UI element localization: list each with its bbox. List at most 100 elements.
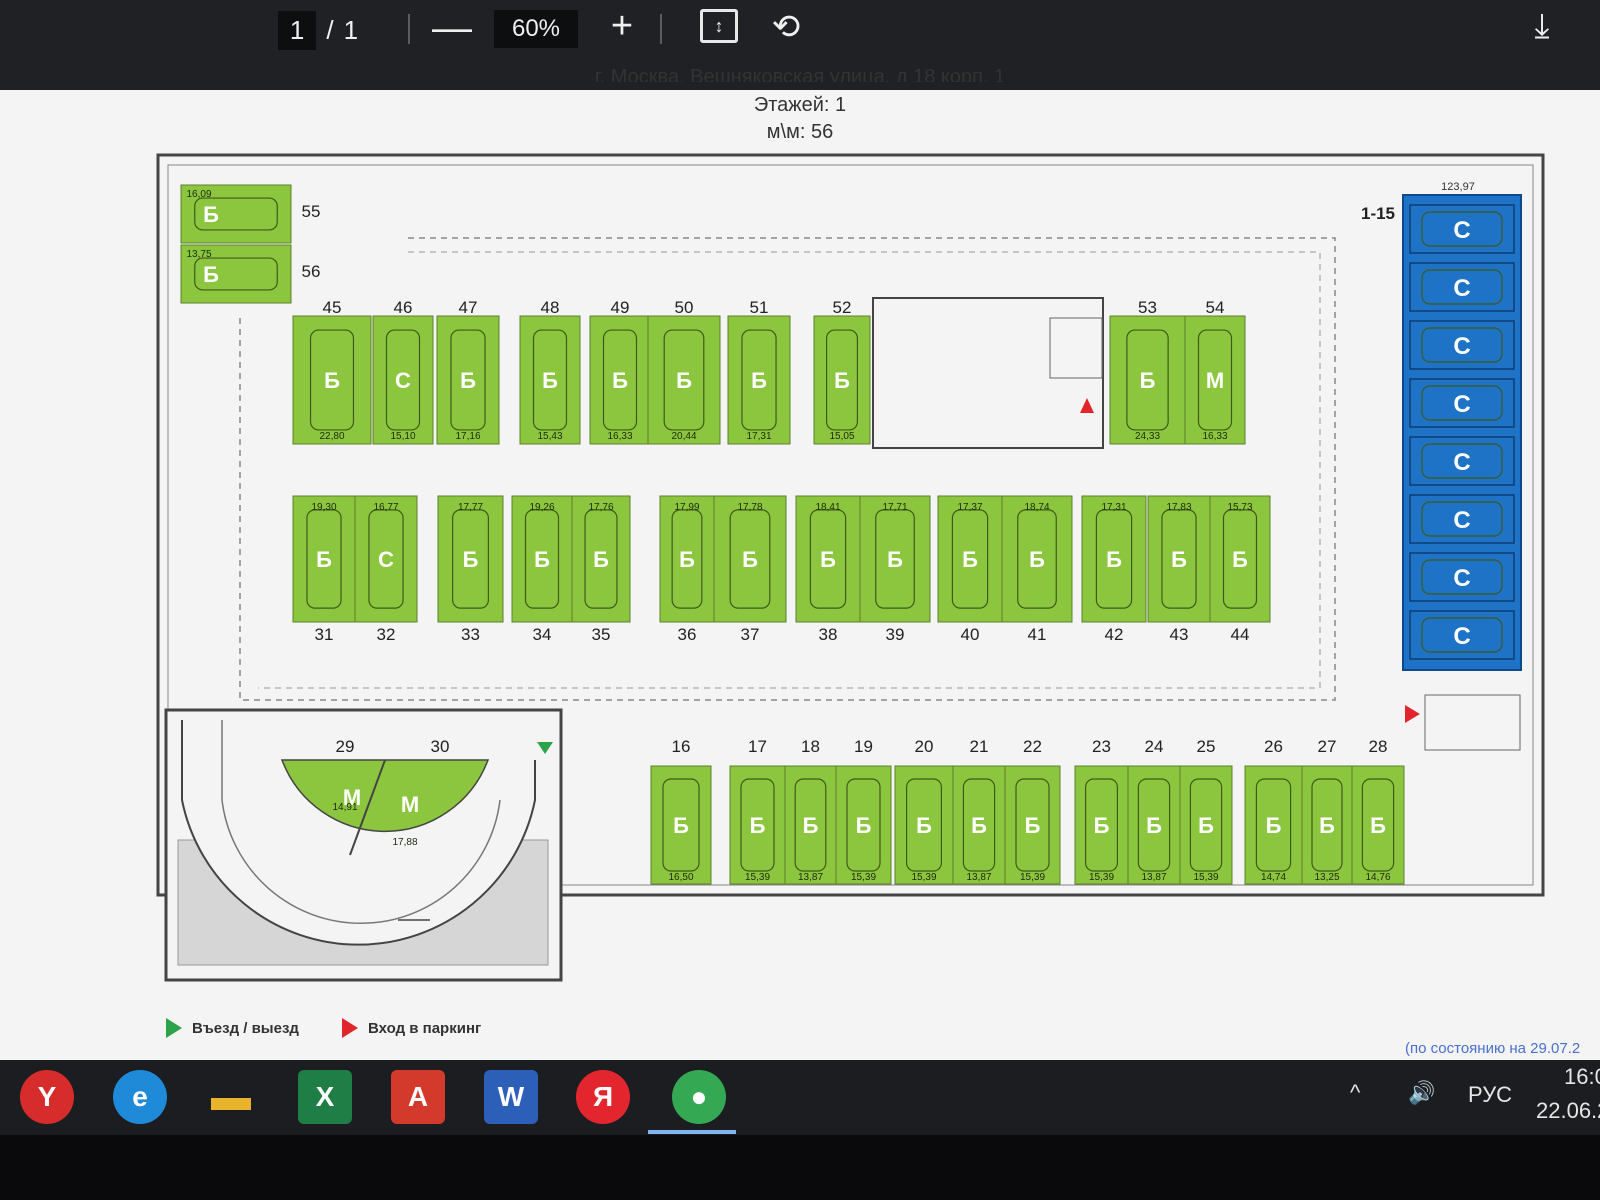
spot-number: 24 (1145, 737, 1164, 756)
spot-area: 16,77 (373, 502, 398, 513)
spot-number: 21 (970, 737, 989, 756)
tray-chevron-icon[interactable]: ^ (1350, 1080, 1360, 1106)
spot-number: 19 (854, 737, 873, 756)
spot-type-letter: Б (463, 547, 479, 572)
word-icon[interactable]: W (484, 1070, 538, 1124)
language-indicator[interactable]: РУС (1468, 1082, 1512, 1108)
spot-area: 17,88 (392, 837, 417, 848)
stair-core (872, 297, 1104, 449)
chrome-icon[interactable]: ● (672, 1070, 726, 1124)
edge-icon[interactable]: e (113, 1070, 167, 1124)
spot-area: 17,99 (674, 502, 699, 513)
spot-type-letter: Б (962, 547, 978, 572)
spot-type-letter: С (1453, 217, 1470, 244)
spot-area: 17,16 (455, 431, 480, 442)
volume-icon[interactable]: 🔊 (1408, 1080, 1435, 1106)
spot-number: 28 (1369, 737, 1388, 756)
spot-type-letter: Б (534, 547, 550, 572)
windows-taskbar: ^ 🔊 РУС 16:0 22.06.2 Ye ▬ XAWЯ ● (0, 1060, 1600, 1135)
spot-area: 15,39 (1020, 872, 1045, 883)
spot-area: 13,87 (798, 872, 823, 883)
spot-area: 17,37 (957, 502, 982, 513)
spot-area: 20,44 (671, 431, 696, 442)
spot-type-letter: Б (1198, 813, 1214, 838)
spot-number: 25 (1197, 737, 1216, 756)
spot-type-letter: Б (203, 202, 219, 227)
spot-number: 44 (1231, 625, 1250, 644)
clock-time[interactable]: 16:0 (1564, 1064, 1600, 1090)
spot-number: 27 (1318, 737, 1337, 756)
spot-type-letter: С (1453, 449, 1470, 476)
spot-area: 15,10 (390, 431, 415, 442)
spot-type-letter: С (1453, 565, 1470, 592)
spot-type-letter: С (378, 547, 394, 572)
spot-type-letter: Б (1106, 547, 1122, 572)
spot-number: 53 (1138, 298, 1157, 317)
spot-number: 42 (1105, 625, 1124, 644)
spot-number: 33 (461, 625, 480, 644)
spot-type-letter: Б (856, 813, 872, 838)
spot-number: 20 (915, 737, 934, 756)
spot-type-letter: Б (916, 813, 932, 838)
spot-type-letter: Б (1232, 547, 1248, 572)
spot-area: 18,74 (1024, 502, 1049, 513)
spot-type-letter: С (1453, 507, 1470, 534)
spot-type-letter: Б (834, 368, 850, 393)
spot-number: 36 (678, 625, 697, 644)
excel-icon[interactable]: X (298, 1070, 352, 1124)
spot-number: 30 (431, 737, 450, 756)
spot-type-letter: Б (676, 368, 692, 393)
clock-date[interactable]: 22.06.2 (1536, 1098, 1600, 1124)
spot-type-letter: Б (316, 547, 332, 572)
stairs-right (1424, 694, 1521, 751)
spot-area: 15,39 (851, 872, 876, 883)
spot-number: 32 (377, 625, 396, 644)
acrobat-icon[interactable]: A (391, 1070, 445, 1124)
spot-type-letter: Б (203, 262, 219, 287)
red-triangle-icon (342, 1018, 358, 1038)
spot-type-letter: С (1453, 391, 1470, 418)
spot-area: 16,33 (607, 431, 632, 442)
spot-number: 16 (672, 737, 691, 756)
spot-number: 22 (1023, 737, 1042, 756)
spot-area: 22,80 (319, 431, 344, 442)
spot-type-letter: Б (673, 813, 689, 838)
spot-area: 13,87 (1141, 872, 1166, 883)
green-triangle-icon (166, 1018, 182, 1038)
spot-number: 54 (1206, 298, 1225, 317)
spot-type-letter: Б (679, 547, 695, 572)
spot-type-letter: Б (542, 368, 558, 393)
spot-number: 23 (1092, 737, 1111, 756)
spot-area: 15,73 (1227, 502, 1252, 513)
spot-type-letter: Б (1140, 368, 1156, 393)
spot-number: 34 (533, 625, 552, 644)
yandex-browser-icon[interactable]: Y (20, 1070, 74, 1124)
spot-area: 13,87 (966, 872, 991, 883)
spot-number: 40 (961, 625, 980, 644)
legend-entry-exit: Въезд / выезд (166, 1018, 299, 1038)
spot-number: 48 (541, 298, 560, 317)
spot-area: 16,50 (668, 872, 693, 883)
spot-number: 39 (886, 625, 905, 644)
spot-area: 17,83 (1166, 502, 1191, 513)
spot-number: 47 (459, 298, 478, 317)
spot-type-letter: С (1453, 623, 1470, 650)
file-explorer-icon[interactable]: ▬ (204, 1070, 258, 1124)
spot-type-letter: С (1453, 275, 1470, 302)
spot-area: 17,31 (1101, 502, 1126, 513)
yandex-icon[interactable]: Я (576, 1070, 630, 1124)
spot-area: 15,39 (911, 872, 936, 883)
spot-type-letter: Б (751, 368, 767, 393)
spot-number: 43 (1170, 625, 1189, 644)
legend-parking-entrance-label: Вход в паркинг (368, 1019, 482, 1037)
spot-type-letter: Б (750, 813, 766, 838)
blue-block-area: 123,97 (1441, 181, 1475, 193)
spot-number: 56 (302, 262, 321, 281)
legend-entry-exit-label: Въезд / выезд (192, 1019, 299, 1037)
spot-type-letter: М (401, 792, 419, 817)
spot-area: 15,43 (537, 431, 562, 442)
spot-area: 16,09 (186, 189, 211, 200)
active-app-indicator (648, 1130, 736, 1134)
spot-type-letter: Б (612, 368, 628, 393)
spot-type-letter: Б (324, 368, 340, 393)
